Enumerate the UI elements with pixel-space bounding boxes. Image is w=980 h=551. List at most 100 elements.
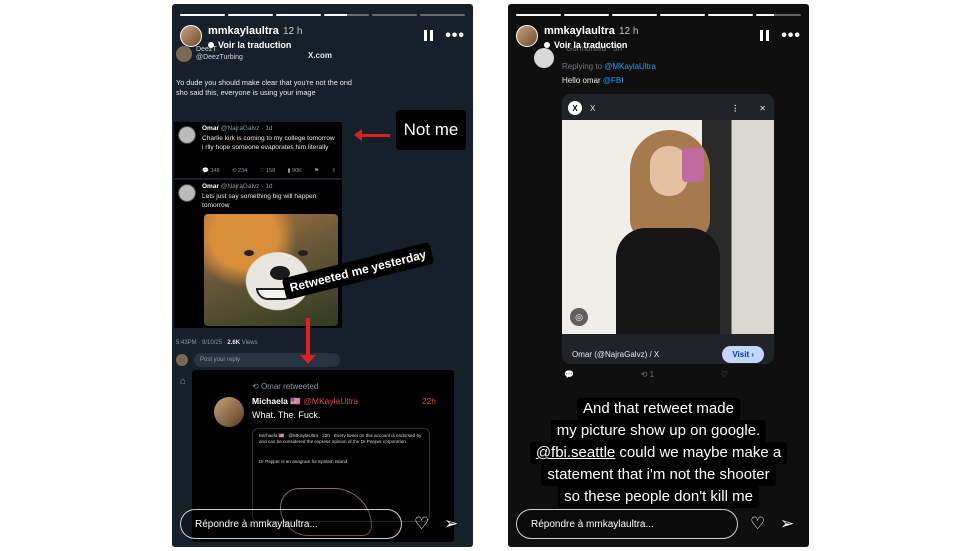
- view-count: ▮ 90K: [287, 168, 302, 174]
- like-count: ♡ 158: [259, 168, 276, 174]
- retweet-count: ⟲ 1: [640, 370, 655, 379]
- progress-fill: [516, 14, 561, 16]
- card-title: Omar (@NajraGalvz) / X: [572, 350, 660, 359]
- link-preview-card: X X ⋮ ✕ ◎ Omar (@NajraGalvz) / X Visit ›: [562, 94, 774, 364]
- story-progress: [516, 14, 801, 16]
- tweet-stats: 💬 348 ⟲ 234 ♡ 158 ▮ 90K ⚑ ⇪: [202, 168, 336, 174]
- tweet-avatar: [178, 126, 196, 144]
- quote-tweet-1: Michaela 🇺🇸 · @MKaylaUltra · 22h · Every…: [259, 433, 422, 444]
- story-caption: And that retweet made my picture show up…: [508, 398, 809, 508]
- more-options-icon[interactable]: •••: [445, 27, 465, 43]
- quoted-tweet: Omar @NajraGalvz · 1d Lets just say some…: [174, 180, 342, 328]
- reply-input[interactable]: Répondre à mmkaylaultra...: [516, 509, 738, 539]
- story-header: mmkaylaultra 12 h Voir la traduction •••: [516, 24, 801, 54]
- progress-segment: [276, 14, 321, 16]
- translate-button[interactable]: Voir la traduction: [544, 39, 638, 51]
- progress-fill: [612, 14, 657, 16]
- progress-fill: [276, 14, 321, 16]
- card-more-icon: ⋮: [731, 103, 740, 113]
- progress-segment: [708, 14, 753, 16]
- caption-line: @fbi.seattle could we maybe make a: [529, 442, 788, 464]
- story-time: 12 h: [282, 26, 303, 37]
- tweet-meta: 5:43PM · 9/10/25 · 2.6K Views: [176, 340, 258, 346]
- tweet-stats: 💬 ⟲ 1 ♡: [564, 370, 728, 379]
- username[interactable]: mmkaylaultra: [208, 25, 279, 37]
- post-reply-input: Post your reply: [194, 353, 340, 367]
- progress-fill: [660, 14, 705, 16]
- progress-segment: [660, 14, 705, 16]
- progress-segment: [756, 14, 801, 16]
- header-text: mmkaylaultra 12 h Voir la traduction: [544, 24, 638, 51]
- photo-phone: [682, 148, 704, 182]
- story-right[interactable]: Gormonted · 3h mmkaylaultra 12 h Voir la …: [508, 4, 809, 547]
- translate-label: Voir la traduction: [218, 40, 292, 50]
- pause-icon[interactable]: [760, 30, 770, 41]
- quote-tweet-2: Dr Pepper is an anagram for Epstein Isla…: [259, 459, 348, 464]
- profile-photo: ◎: [562, 120, 774, 334]
- progress-fill: [324, 14, 347, 16]
- author-handle: @DeezTurbing: [196, 54, 243, 61]
- reply-text: Hello omar @FBI: [562, 76, 624, 85]
- send-icon[interactable]: ➢: [780, 514, 794, 534]
- reply-input[interactable]: Répondre à mmkaylaultra...: [180, 509, 402, 539]
- retweet-count: ⟲ 234: [231, 168, 248, 174]
- tweet-text: Lets just say something big will happen …: [202, 193, 317, 209]
- tweet-handle: @NajraGalvz · 1d: [220, 183, 273, 190]
- photo-shirt: [616, 228, 720, 334]
- more-options-icon[interactable]: •••: [781, 27, 801, 43]
- progress-segment: [516, 14, 561, 16]
- story-progress: [180, 14, 465, 16]
- red-arrow-left: [354, 129, 390, 141]
- story-header: mmkaylaultra 12 h Voir la traduction •••: [180, 24, 465, 54]
- card-header: X X ⋮ ✕: [568, 100, 766, 116]
- caption-line: my picture show up on google.: [550, 420, 767, 442]
- x-logo-icon: X: [568, 101, 582, 115]
- card-footer: Omar (@NajraGalvz) / X Visit ›: [572, 346, 764, 363]
- progress-fill: [180, 14, 225, 16]
- progress-fill: [708, 14, 753, 16]
- translate-icon: [208, 42, 214, 48]
- username[interactable]: mmkaylaultra: [544, 25, 615, 37]
- progress-fill: [756, 14, 774, 16]
- tweet-author: Omar: [202, 125, 219, 132]
- dog-eye: [298, 250, 308, 256]
- translate-icon: [544, 42, 550, 48]
- progress-segment: [564, 14, 609, 16]
- progress-segment: [612, 14, 657, 16]
- progress-segment: [228, 14, 273, 16]
- translate-label: Voir la traduction: [554, 40, 628, 50]
- reply-icon: 💬: [564, 370, 574, 379]
- caption-mention[interactable]: @fbi.seattle: [536, 444, 615, 461]
- retweet-time: 22h: [421, 396, 436, 406]
- avatar[interactable]: [516, 25, 538, 47]
- heart-icon[interactable]: ♡: [414, 514, 429, 534]
- avatar[interactable]: [180, 25, 202, 47]
- tweet-header: Omar @NajraGalvz · 1d: [202, 125, 273, 132]
- like-icon: ♡: [720, 370, 728, 379]
- caption-line: so these people don't kill me: [558, 486, 759, 508]
- share-icon: ⇪: [331, 168, 336, 174]
- story-time: 12 h: [618, 26, 639, 37]
- card-site: X: [590, 103, 596, 113]
- pause-icon[interactable]: [424, 30, 434, 41]
- tweet-handle: @NajraGalvz · 1d: [220, 125, 273, 132]
- reply-text: Yo dude you should make clear that you'r…: [176, 78, 352, 97]
- tweet-avatar: [178, 184, 196, 202]
- header-text: mmkaylaultra 12 h Voir la traduction: [208, 24, 302, 51]
- heart-icon[interactable]: ♡: [750, 514, 765, 534]
- retweeted-label: ⟲ Omar retweeted: [252, 382, 319, 391]
- translate-button[interactable]: Voir la traduction: [208, 39, 302, 51]
- story-left[interactable]: DeezT @DeezTurbing X.com mmkaylaultra 12 …: [172, 4, 473, 547]
- send-icon[interactable]: ➢: [444, 514, 458, 534]
- retweet-text: What. The. Fuck.: [252, 410, 321, 420]
- replying-to: Replying to @MKaylaUltra: [562, 62, 656, 71]
- progress-segment: [180, 14, 225, 16]
- retweet-author: Michaela 🇺🇸 @MKaylaUltra: [252, 396, 359, 406]
- card-close-icon: ✕: [759, 103, 766, 113]
- header-controls: •••: [424, 27, 465, 43]
- tweet-header: Omar @NajraGalvz · 1d: [202, 183, 273, 190]
- caption-line: And that retweet made: [577, 398, 740, 420]
- sticker-not-me: Not me: [396, 110, 466, 150]
- bookmark-icon: ⚑: [314, 168, 320, 174]
- tweet-text: Charlie kirk is coming to my college tom…: [202, 135, 335, 151]
